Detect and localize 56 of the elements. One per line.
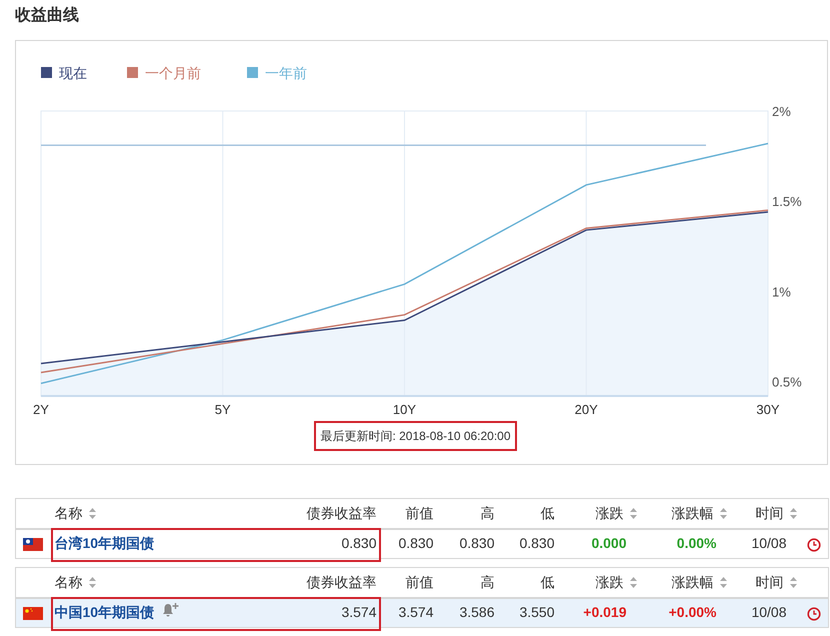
table-cell: 0.830 xyxy=(519,535,554,552)
table-cell: 3.586 xyxy=(459,604,494,620)
column-header[interactable]: 时间 xyxy=(756,574,784,590)
x-axis-label: 10Y xyxy=(392,402,416,417)
column-header[interactable]: 前值 xyxy=(406,574,434,590)
table-cell: 0.830 xyxy=(398,535,434,552)
table-cell: 3.574 xyxy=(341,604,376,620)
column-header[interactable]: 名称 xyxy=(54,574,82,590)
column-header[interactable]: 时间 xyxy=(756,504,784,521)
column-header[interactable]: 低 xyxy=(540,504,554,521)
sort-icon[interactable] xyxy=(720,508,726,519)
sort-icon[interactable] xyxy=(630,508,636,519)
clock-icon xyxy=(807,606,822,621)
x-axis-label: 2Y xyxy=(33,402,49,417)
sort-icon[interactable] xyxy=(790,508,796,519)
column-header[interactable]: 高 xyxy=(480,504,494,521)
change-percent: 0.00% xyxy=(676,535,716,552)
column-header[interactable]: 涨跌 xyxy=(596,574,624,590)
y-axis-label: 1.5% xyxy=(772,194,802,210)
sort-icon[interactable] xyxy=(88,508,96,519)
sort-icon[interactable] xyxy=(630,576,636,588)
clock-icon xyxy=(807,538,822,552)
table-cell: 10/08 xyxy=(751,604,786,620)
sort-icon[interactable] xyxy=(790,576,796,588)
table-cell: 0.830 xyxy=(341,535,376,552)
y-axis-label: 2% xyxy=(772,104,791,119)
column-header[interactable]: 名称 xyxy=(54,504,82,521)
change-value: +0.019 xyxy=(583,604,626,620)
table-cell: 10/08 xyxy=(751,535,786,552)
bond-name-link[interactable]: 台湾10年期国债 xyxy=(54,535,154,552)
sort-icon[interactable] xyxy=(720,576,726,588)
column-header[interactable]: 涨跌 xyxy=(596,504,624,521)
column-header[interactable]: 低 xyxy=(540,574,554,590)
legend-label[interactable]: 现在 xyxy=(59,65,87,81)
x-axis-label: 5Y xyxy=(214,402,231,417)
column-header[interactable]: 涨跌幅 xyxy=(672,504,714,521)
y-axis-label: 0.5% xyxy=(772,374,802,390)
change-percent: +0.00% xyxy=(668,604,716,620)
y-axis-label: 1% xyxy=(772,284,791,300)
table-cell: 3.550 xyxy=(519,604,554,620)
column-header[interactable]: 高 xyxy=(480,574,494,590)
page-title: 收益曲线 xyxy=(15,6,80,26)
column-header[interactable]: 债券收益率 xyxy=(306,504,376,521)
x-axis-label: 30Y xyxy=(756,402,780,417)
table-row[interactable]: 中国10年期国债 3.574 3.574 3.586 3.550 +0.019 +0.00% 10/08 xyxy=(16,598,828,628)
table-row[interactable]: 台湾10年期国债 0.830 0.830 0.830 0.830 0.000 0.00% 10/08 xyxy=(16,528,828,558)
sort-icon[interactable] xyxy=(88,576,96,588)
table-cell: 0.830 xyxy=(459,535,494,552)
column-header[interactable]: 涨跌幅 xyxy=(672,574,714,590)
change-value: 0.000 xyxy=(591,535,626,552)
column-header[interactable]: 前值 xyxy=(406,504,434,521)
bell-plus-icon[interactable] xyxy=(162,603,180,618)
last-updated-text: 最后更新时间: 2018-08-10 06:20:00 xyxy=(314,421,517,451)
table-cell: 3.574 xyxy=(398,604,434,620)
x-axis-label: 20Y xyxy=(574,402,598,417)
column-header[interactable]: 债券收益率 xyxy=(306,574,376,590)
